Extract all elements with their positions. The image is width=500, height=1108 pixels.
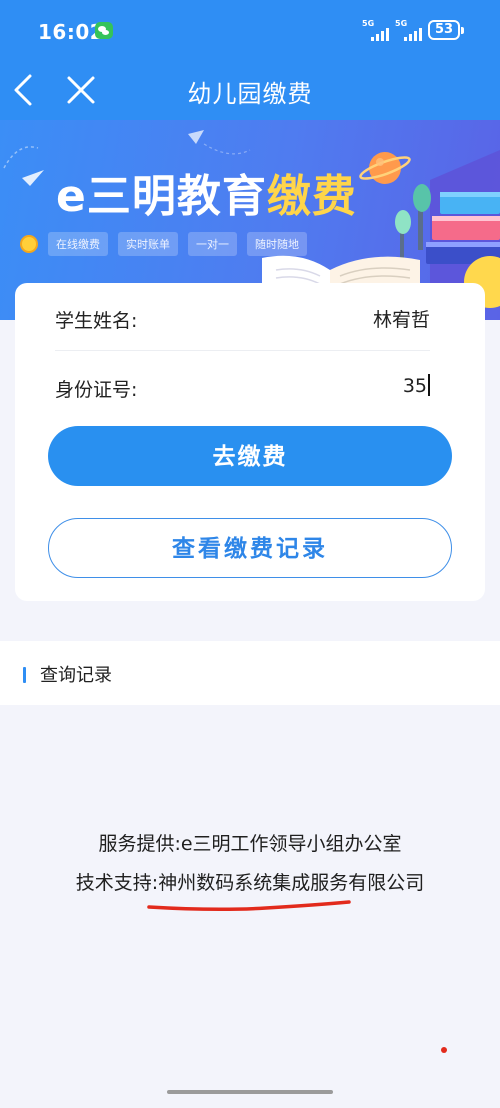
id-number-value: 35 [402,375,427,397]
id-number-field[interactable]: 35 [403,374,430,397]
pay-button[interactable]: 去缴费 [48,426,452,486]
text-cursor [428,374,430,396]
coin-icon [20,235,38,253]
banner-tag: 随时随地 [247,232,307,256]
banner-tag: 在线缴费 [48,232,108,256]
student-name-label: 学生姓名: [55,310,138,332]
status-bar: 16:02 5G 5G 53 [0,0,500,62]
banner-tags: 在线缴费 实时账单 一对一 随时随地 [20,232,307,256]
signal-icon-2: 5G [395,19,425,41]
page-title: 幼儿园缴费 [187,80,313,108]
tech-support-text: 技术支持:神州数码系统集成服务有限公司 [75,872,425,894]
banner-title-prefix: e三明教育 [56,171,267,222]
id-number-row: 身份证号: 35 [55,362,430,412]
signal-icon-1: 5G [362,19,392,41]
banner-title-accent: 缴费 [266,171,357,222]
section-accent-bar [23,667,26,683]
wechat-icon [95,22,113,39]
red-underline-annotation [147,900,351,912]
banner-tag: 一对一 [188,232,237,256]
id-number-label: 身份证号: [55,379,138,401]
student-name-field[interactable]: 林宥哲 [373,305,430,332]
battery-indicator: 53 [428,20,464,40]
signal-label-2: 5G [395,19,408,28]
view-payment-records-button[interactable]: 查看缴费记录 [48,518,452,578]
student-name-row: 学生姓名: 林宥哲 [55,293,430,351]
service-provider-text: 服务提供:e三明工作领导小组办公室 [98,833,402,855]
nav-bar: 幼儿园缴费 [0,62,500,120]
banner-tag: 实时账单 [118,232,178,256]
query-records-title: 查询记录 [40,665,112,686]
red-dot-marker [441,1047,447,1053]
query-records-section: 查询记录 [0,641,500,705]
signal-label-1: 5G [362,19,375,28]
banner-title: e三明教育缴费 [56,160,357,224]
home-indicator[interactable] [167,1090,333,1094]
